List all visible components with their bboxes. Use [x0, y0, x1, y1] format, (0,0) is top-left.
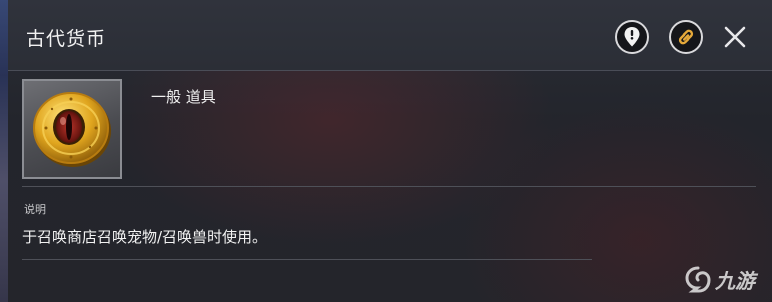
watermark-swirl-icon: [685, 266, 711, 293]
section-divider: [22, 186, 756, 187]
ancient-coin-image: [33, 92, 111, 167]
item-title: 古代货币: [26, 28, 107, 50]
panel-header: 古代货币: [8, 0, 772, 71]
map-pin-alert-icon: [624, 27, 640, 47]
background-edge: [0, 0, 8, 302]
chain-link-icon: [678, 29, 694, 45]
link-button[interactable]: [669, 20, 703, 54]
item-category: 一般 道具: [151, 88, 216, 106]
item-icon-frame: [22, 79, 122, 179]
close-icon: [724, 26, 746, 48]
description-text: 于召唤商店召唤宠物/召唤兽时使用。: [22, 228, 268, 246]
description-label: 说明: [24, 203, 46, 216]
watermark-text: 九游: [715, 268, 755, 293]
bottom-divider: [22, 259, 592, 260]
watermark-logo: 九游: [684, 262, 768, 296]
locate-button[interactable]: [615, 20, 649, 54]
close-button[interactable]: [720, 22, 750, 52]
